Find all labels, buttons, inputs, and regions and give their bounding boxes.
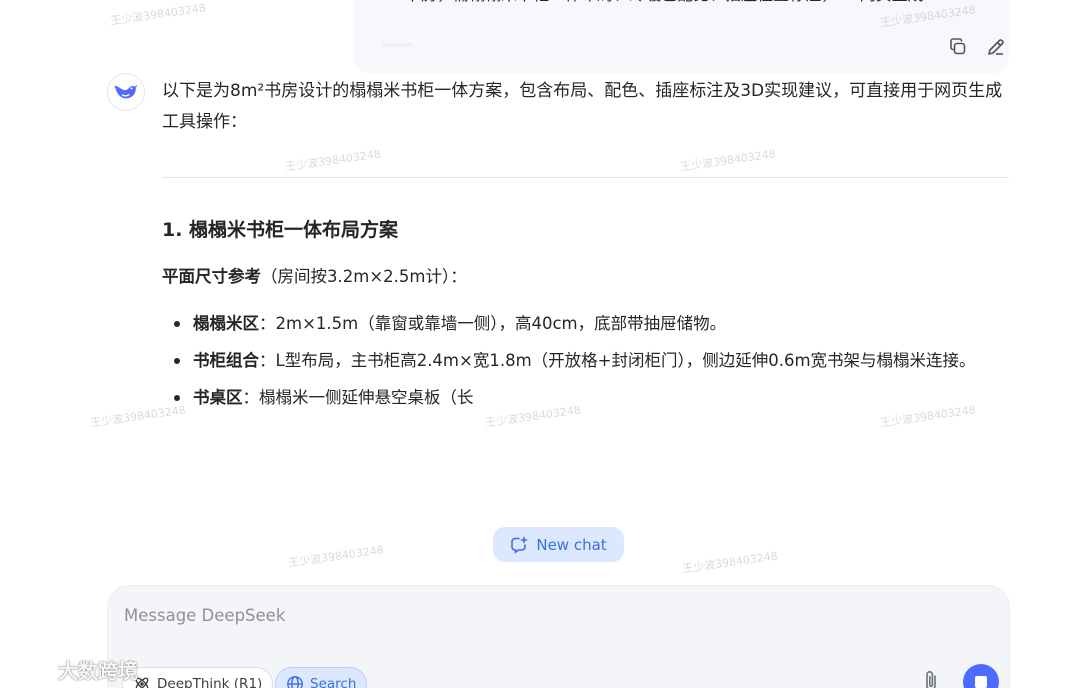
new-chat-button[interactable]: New chat — [493, 527, 624, 562]
size-reference: 平面尺寸参考（房间按3.2m×2.5m计）： — [162, 262, 1012, 292]
deepthink-toggle[interactable]: DeepThink (R1) — [122, 667, 274, 688]
user-message-bubble: 8m²书房，需榻榻米书柜一体布局、冷暖色配比、插座位置标注，3D网页生成 …… — [353, 0, 1009, 74]
section-heading: 1. 榻榻米书柜一体布局方案 — [162, 219, 399, 241]
divider — [162, 177, 1009, 178]
user-message-text-blurred: …… — [381, 31, 413, 50]
list-item: 书桌区：榻榻米一侧延伸悬空桌板（长 — [162, 382, 1012, 413]
new-chat-label: New chat — [536, 535, 607, 554]
message-composer: DeepThink (R1) Search — [107, 585, 1010, 688]
brand-logo-icon — [9, 661, 50, 678]
deepthink-label: DeepThink (R1) — [157, 676, 263, 688]
copy-icon[interactable] — [946, 35, 970, 59]
size-reference-text: （房间按3.2m×2.5m计）： — [261, 267, 467, 286]
deepthink-icon — [135, 677, 149, 688]
message-actions — [946, 35, 1008, 59]
list-item-label: 书柜组合 — [193, 351, 259, 370]
stop-generation-button[interactable] — [963, 664, 999, 688]
deepseek-avatar — [107, 73, 145, 111]
list-item-label: 书桌区 — [193, 388, 243, 407]
list-item-label: 榻榻米区 — [193, 314, 259, 333]
search-toggle[interactable]: Search — [275, 667, 368, 688]
message-input[interactable] — [124, 602, 904, 628]
edit-icon[interactable] — [984, 35, 1008, 59]
search-label: Search — [310, 676, 357, 688]
layout-list: 榻榻米区：2m×1.5m（靠窗或靠墙一侧），高40cm，底部带抽屉储物。 书柜组… — [162, 308, 1012, 413]
globe-icon — [287, 676, 303, 688]
watermark: 王少波398403248 — [287, 543, 385, 570]
stop-icon — [975, 676, 987, 688]
assistant-intro: 以下是为8m²书房设计的榻榻米书柜一体方案，包含布局、配色、插座标注及3D实现建… — [162, 81, 1003, 132]
list-item-text: ：2m×1.5m（靠窗或靠墙一侧），高40cm，底部带抽屉储物。 — [259, 314, 727, 333]
list-item: 书柜组合：L型布局，主书柜高2.4m×宽1.8m（开放格+封闭柜门），侧边延伸0… — [162, 345, 1012, 376]
new-chat-icon — [511, 536, 528, 554]
list-item-text: ：榻榻米一侧延伸悬空桌板（长 — [242, 388, 474, 407]
list-item: 榻榻米区：2m×1.5m（靠窗或靠墙一侧），高40cm，底部带抽屉储物。 — [162, 308, 1012, 339]
size-reference-label: 平面尺寸参考 — [162, 267, 261, 286]
list-item-text: ：L型布局，主书柜高2.4m×宽1.8m（开放格+封闭柜门），侧边延伸0.6m宽… — [259, 351, 976, 370]
assistant-message: 以下是为8m²书房设计的榻榻米书柜一体方案，包含布局、配色、插座标注及3D实现建… — [162, 76, 1012, 419]
paperclip-icon[interactable] — [920, 668, 942, 688]
deepseek-whale-icon — [114, 85, 137, 99]
user-message-text: 8m²书房，需榻榻米书柜一体布局、冷暖色配比、插座位置标注，3D网页生成 — [373, 0, 989, 10]
watermark: 王少波398403248 — [109, 1, 207, 28]
watermark: 王少波398403248 — [681, 549, 779, 576]
